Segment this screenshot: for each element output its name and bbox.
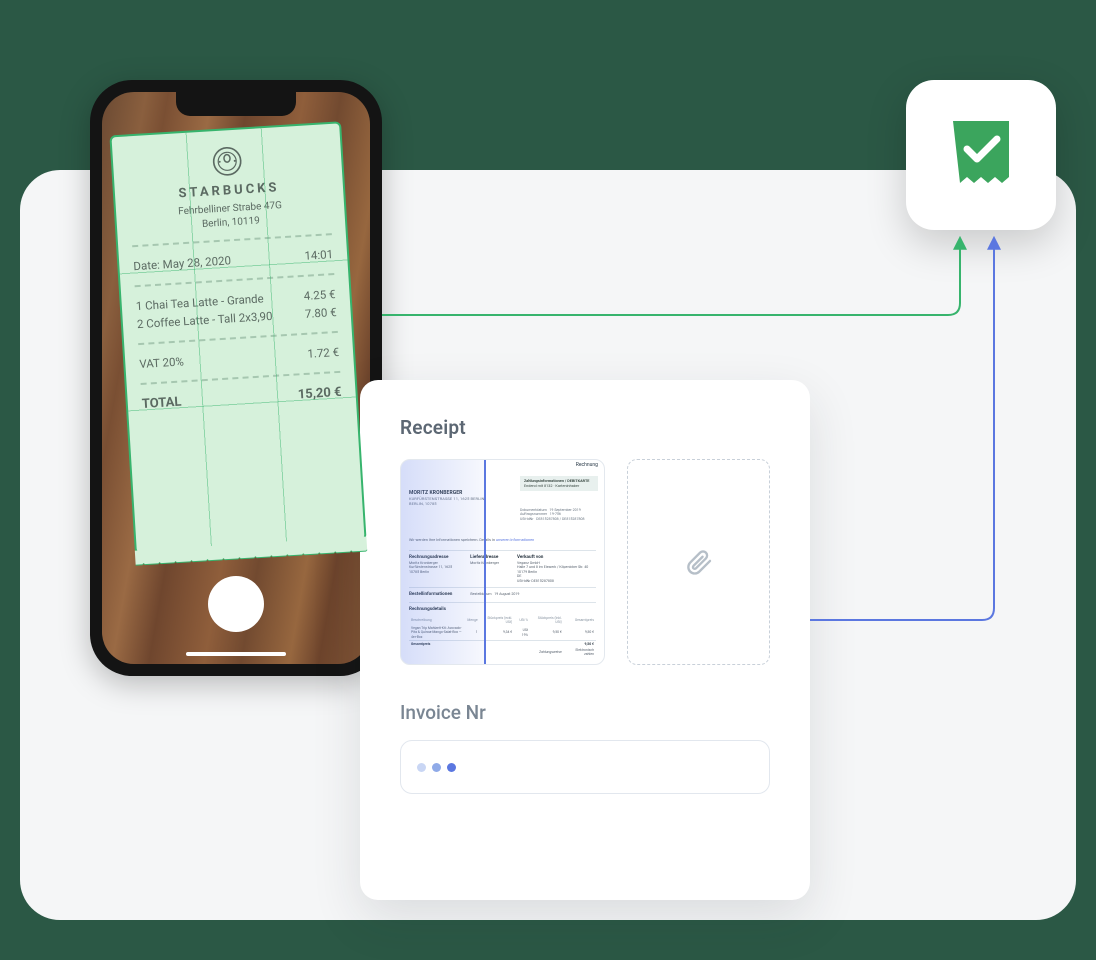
vat-value: 1.72 € <box>307 345 340 361</box>
attachment-dropzone[interactable] <box>627 459 770 665</box>
starbucks-logo-icon <box>211 145 243 177</box>
vat-label: VAT 20% <box>139 354 184 371</box>
receipt-check-icon <box>945 117 1017 193</box>
time-value: 14:01 <box>304 247 333 263</box>
receipt-form-card: Receipt Rechnung MORITZ KRONBERGER KURFÜ… <box>360 380 810 900</box>
mini-meta-sub: Endend mit 8132 · Karteninhaber <box>524 484 594 489</box>
loading-dot-icon <box>432 763 441 772</box>
app-icon <box>906 80 1056 230</box>
receipt-edge-icon <box>135 537 367 565</box>
mini-link: unseren Informationen <box>496 537 534 542</box>
line-item-price: 4.25 € <box>303 287 336 303</box>
date-label: Date: <box>133 258 160 274</box>
loading-dot-icon <box>417 763 426 772</box>
invoice-nr-input[interactable] <box>400 740 770 794</box>
mini-doc-type: Rechnung <box>576 462 598 468</box>
line-item-price: 7.80 € <box>304 305 337 321</box>
camera-shutter-button[interactable] <box>208 576 264 632</box>
paperclip-icon <box>685 548 713 576</box>
invoice-thumbnail[interactable]: Rechnung MORITZ KRONBERGER KURFÜRSTENSTR… <box>400 459 605 665</box>
section-title-receipt: Receipt <box>400 416 770 439</box>
total-value: 15,20 € <box>297 385 342 403</box>
loading-dot-icon <box>447 763 456 772</box>
date-value: May 28, 2020 <box>162 253 231 271</box>
phone-notch <box>176 92 296 116</box>
home-indicator <box>186 652 286 656</box>
phone-screen: STARBUCKS Fehrbelliner Strabe 47G Berlin… <box>102 92 370 664</box>
total-label: TOTAL <box>141 395 181 412</box>
receipt-scan-overlay: STARBUCKS Fehrbelliner Strabe 47G Berlin… <box>109 121 366 554</box>
scan-progress-overlay <box>401 460 486 664</box>
invoice-nr-label: Invoice Nr <box>400 701 770 724</box>
phone-mock: STARBUCKS Fehrbelliner Strabe 47G Berlin… <box>90 80 382 676</box>
